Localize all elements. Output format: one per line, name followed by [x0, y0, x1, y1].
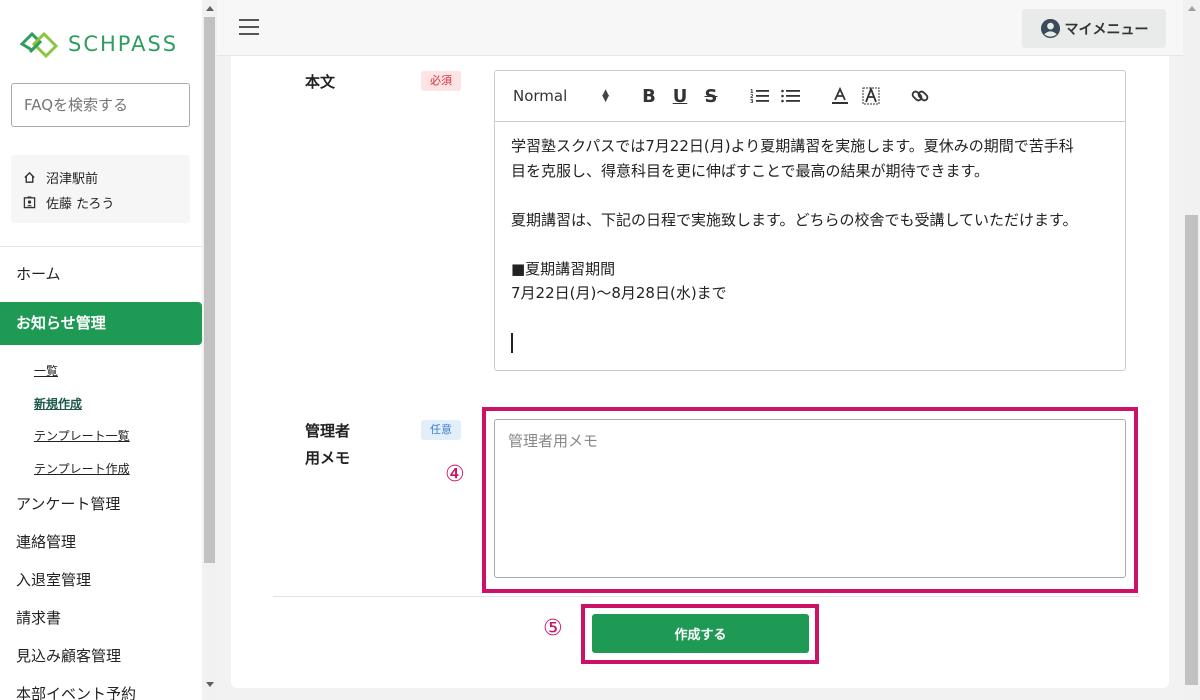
body-label: 本文	[305, 73, 336, 91]
nav-template-create[interactable]: テンプレート作成	[0, 453, 202, 486]
required-badge: 必須	[421, 71, 461, 91]
bold-icon[interactable]: B	[637, 84, 661, 108]
background-color-icon[interactable]	[859, 84, 883, 108]
sidebar: SCHPASS 沼津駅前 佐藤 たろう ホーム お知らせ管理 一覧 新規作成 テ…	[0, 0, 202, 700]
schpass-logo[interactable]: SCHPASS	[18, 28, 178, 60]
step-5-annotation: ⑤	[543, 616, 563, 641]
ordered-list-icon[interactable]: 123	[748, 84, 772, 108]
user-name: 佐藤 たろう	[46, 197, 115, 212]
strikethrough-icon[interactable]: S	[699, 84, 723, 108]
logo-text: SCHPASS	[68, 32, 179, 56]
text-color-icon[interactable]	[828, 84, 852, 108]
user-badge-icon	[23, 196, 36, 209]
editor-line: 7月22日(月)〜8月28日(水)まで	[511, 284, 727, 302]
editor-line	[511, 183, 1109, 208]
nav-events[interactable]: 本部イベント予約	[0, 675, 202, 700]
form-footer-divider	[273, 596, 1139, 597]
editor-line: 目を克服し、得意科目を更に伸ばすことで最高の結果が期待できます。	[511, 161, 990, 180]
nav-news-create[interactable]: 新規作成	[0, 388, 202, 421]
format-select[interactable]: Normal ▲ ▼	[513, 87, 609, 105]
editor-toolbar: Normal ▲ ▼ B U S 123	[495, 71, 1125, 122]
editor-line	[511, 306, 1109, 331]
optional-badge: 任意	[421, 420, 461, 440]
nav-invoice[interactable]: 請求書	[0, 599, 202, 637]
nav-contact[interactable]: 連絡管理	[0, 523, 202, 561]
nav-prospects[interactable]: 見込み顧客管理	[0, 637, 202, 675]
rich-text-editor[interactable]: Normal ▲ ▼ B U S 123 学習塾スクパスでは7月22日(月)より夏…	[494, 70, 1126, 371]
format-select-value: Normal	[513, 87, 568, 105]
hamburger-menu-icon[interactable]	[239, 19, 259, 35]
sidebar-scrollbar[interactable]	[202, 0, 217, 700]
nav-home[interactable]: ホーム	[0, 255, 202, 293]
editor-line: 夏期講習は、下記の日程で実施致します。どちらの校舎でも受講していただけます。	[511, 210, 1078, 229]
scroll-down-arrow-icon[interactable]	[206, 682, 214, 687]
sidebar-nav: ホーム お知らせ管理 一覧 新規作成 テンプレート一覧 テンプレート作成 アンケ…	[0, 255, 202, 700]
main-scroll-up-arrow-icon[interactable]	[1188, 6, 1196, 11]
editor-line: 学習塾スクパスでは7月22日(月)より夏期講習を実施します。夏休みの期間で苦手科	[511, 137, 1074, 155]
editor-content[interactable]: 学習塾スクパスでは7月22日(月)より夏期講習を実施します。夏休みの期間で苦手科…	[495, 122, 1125, 367]
bullet-list-icon[interactable]	[779, 84, 803, 108]
home-icon	[24, 171, 35, 183]
svg-text:3: 3	[750, 99, 754, 105]
step-4-annotation: ④	[445, 462, 465, 487]
my-menu-button[interactable]: マイメニュー	[1022, 9, 1166, 48]
editor-line: ■夏期講習期間	[511, 259, 616, 278]
editor-line	[511, 232, 1109, 257]
admin-memo-textarea[interactable]	[494, 419, 1126, 578]
user-info: 沼津駅前 佐藤 たろう	[11, 155, 190, 223]
nav-attendance[interactable]: 入退室管理	[0, 561, 202, 599]
school-name: 沼津駅前	[46, 172, 99, 187]
nav-survey[interactable]: アンケート管理	[0, 485, 202, 523]
sidebar-divider	[0, 246, 202, 247]
nav-news-management[interactable]: お知らせ管理	[0, 302, 202, 345]
underline-icon[interactable]: U	[668, 84, 692, 108]
nav-template-list[interactable]: テンプレート一覧	[0, 420, 202, 453]
text-caret	[511, 332, 513, 353]
sidebar-scroll-thumb[interactable]	[204, 17, 215, 563]
main-scroll-thumb[interactable]	[1185, 215, 1198, 685]
link-icon[interactable]	[908, 84, 932, 108]
account-circle-icon	[1040, 18, 1060, 39]
nav-news-list[interactable]: 一覧	[0, 355, 202, 388]
create-button[interactable]: 作成する	[592, 614, 809, 653]
faq-search-input[interactable]	[11, 83, 190, 127]
logo-mark-icon	[19, 31, 59, 59]
top-bar: マイメニュー	[217, 0, 1183, 56]
select-arrows-icon: ▲ ▼	[602, 88, 609, 104]
main-scrollbar[interactable]	[1183, 0, 1200, 700]
my-menu-label: マイメニュー	[1064, 21, 1149, 38]
memo-label: 管理者 用メモ	[305, 422, 351, 467]
scroll-up-arrow-icon[interactable]	[206, 6, 214, 11]
